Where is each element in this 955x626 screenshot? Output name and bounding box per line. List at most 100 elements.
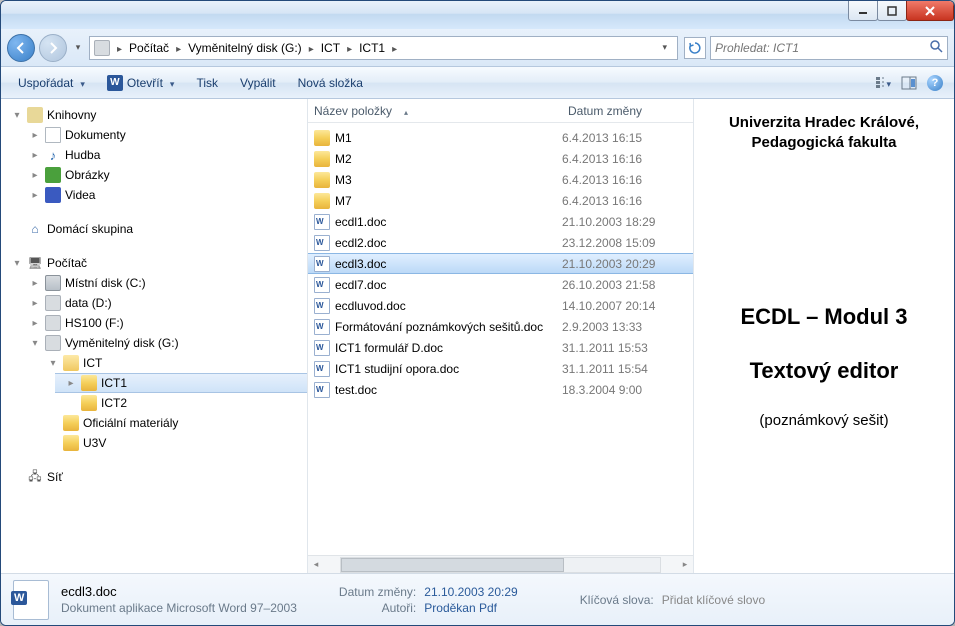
tree-network[interactable]: 🖧Síť — [1, 467, 307, 487]
file-row[interactable]: M16.4.2013 16:15 — [308, 127, 693, 148]
breadcrumb-dropdown[interactable]: ▾ — [656, 42, 673, 53]
tree-drive-c[interactable]: ▸Místní disk (C:) — [19, 273, 307, 293]
tree-item-label: Počítač — [47, 256, 87, 270]
word-doc-icon — [314, 382, 330, 398]
file-row[interactable]: ICT1 formulář D.doc31.1.2011 15:53 — [308, 337, 693, 358]
file-row[interactable]: ecdl3.doc21.10.2003 20:29 — [308, 253, 693, 274]
sort-ascending-icon — [398, 104, 408, 118]
folder-icon — [314, 193, 330, 209]
tree-item-label: Síť — [47, 470, 63, 484]
breadcrumb-bar[interactable]: Počítač Vyměnitelný disk (G:) ICT ICT1 ▾ — [89, 36, 678, 60]
refresh-button[interactable] — [684, 37, 706, 59]
pictures-icon — [45, 167, 61, 183]
breadcrumb-sep-icon — [306, 41, 317, 55]
word-doc-icon — [314, 214, 330, 230]
tree-libraries[interactable]: ▾Knihovny — [1, 105, 307, 125]
tree-pictures[interactable]: ▸Obrázky — [19, 165, 307, 185]
scroll-right-arrow[interactable]: ▸ — [677, 557, 693, 573]
horizontal-scrollbar[interactable]: ◂ ▸ — [308, 555, 693, 573]
navigation-pane[interactable]: ▾Knihovny ▸Dokumenty ▸♪Hudba ▸Obrázky ▸V… — [1, 99, 308, 573]
breadcrumb-computer[interactable]: Počítač — [129, 41, 169, 55]
file-row[interactable]: ecdluvod.doc 14.10.2007 20:14 — [308, 295, 693, 316]
preview-subtitle: Textový editor — [704, 358, 944, 384]
file-name: M3 — [335, 173, 352, 187]
tree-homegroup[interactable]: ⌂Domácí skupina — [1, 219, 307, 239]
tree-drive-d[interactable]: ▸data (D:) — [19, 293, 307, 313]
tree-item-label: Vyměnitelný disk (G:) — [65, 336, 179, 350]
tree-oficialni[interactable]: Oficiální materiály — [37, 413, 307, 433]
preview-pane-button[interactable] — [898, 72, 920, 94]
file-row[interactable]: Formátování poznámkových sešitů.doc2.9.2… — [308, 316, 693, 337]
file-name: ecdl7.doc — [335, 278, 386, 292]
breadcrumb-drive-g[interactable]: Vyměnitelný disk (G:) — [188, 41, 302, 55]
tree-u3v[interactable]: U3V — [37, 433, 307, 453]
title-bar — [1, 1, 954, 29]
file-row[interactable]: ecdl2.doc23.12.2008 15:09 — [308, 232, 693, 253]
details-keywords-label: Klíčová slova: — [580, 593, 654, 607]
scroll-thumb[interactable] — [341, 558, 564, 572]
file-row[interactable]: ecdl1.doc21.10.2003 18:29 — [308, 211, 693, 232]
new-folder-label: Nová složka — [298, 76, 363, 90]
file-row[interactable]: ecdl7.doc26.10.2003 21:58 — [308, 274, 693, 295]
file-list-pane: Název položky Datum změny M16.4.2013 16:… — [308, 99, 694, 573]
details-keywords-value[interactable]: Přidat klíčové slovo — [662, 593, 765, 607]
help-button[interactable]: ? — [924, 72, 946, 94]
details-author-value[interactable]: Proděkan Pdf — [424, 601, 517, 615]
details-filename: ecdl3.doc — [61, 584, 297, 599]
view-options-button[interactable] — [872, 72, 894, 94]
word-doc-icon — [314, 340, 330, 356]
search-input[interactable] — [715, 41, 929, 55]
breadcrumb-ict1[interactable]: ICT1 — [359, 41, 385, 55]
search-box[interactable] — [710, 36, 948, 60]
body: ▾Knihovny ▸Dokumenty ▸♪Hudba ▸Obrázky ▸V… — [1, 99, 954, 573]
tree-ict2[interactable]: ICT2 — [55, 393, 307, 413]
file-name: ecdluvod.doc — [335, 299, 406, 313]
tree-drive-f[interactable]: ▸HS100 (F:) — [19, 313, 307, 333]
libraries-icon — [27, 107, 43, 123]
tree-documents[interactable]: ▸Dokumenty — [19, 125, 307, 145]
maximize-button[interactable] — [877, 1, 907, 21]
burn-button[interactable]: Vypálit — [231, 72, 285, 94]
forward-button[interactable] — [39, 34, 67, 62]
scroll-left-arrow[interactable]: ◂ — [308, 557, 324, 573]
back-button[interactable] — [7, 34, 35, 62]
file-name: ecdl2.doc — [335, 236, 386, 250]
drive-icon — [45, 335, 61, 351]
tree-videos[interactable]: ▸Videa — [19, 185, 307, 205]
close-button[interactable] — [906, 1, 954, 21]
folder-icon — [314, 151, 330, 167]
details-author-label: Autoři: — [339, 601, 416, 615]
organize-button[interactable]: Uspořádat — [9, 72, 94, 94]
minimize-button[interactable] — [848, 1, 878, 21]
file-row[interactable]: ICT1 studijní opora.doc31.1.2011 15:54 — [308, 358, 693, 379]
new-folder-button[interactable]: Nová složka — [289, 72, 372, 94]
file-date: 18.3.2004 9:00 — [562, 383, 693, 397]
preview-university-line2: Pedagogická fakulta — [704, 133, 944, 153]
tree-ict[interactable]: ▾ICT — [37, 353, 307, 373]
details-date-value: 21.10.2003 20:29 — [424, 585, 517, 599]
tree-computer[interactable]: ▾🖥Počítač — [1, 253, 307, 273]
scroll-track[interactable] — [340, 557, 661, 573]
file-date: 14.10.2007 20:14 — [562, 299, 693, 313]
print-button[interactable]: Tisk — [187, 72, 227, 94]
breadcrumb-ict[interactable]: ICT — [321, 41, 340, 55]
file-row[interactable]: M26.4.2013 16:16 — [308, 148, 693, 169]
file-list[interactable]: M16.4.2013 16:15M26.4.2013 16:16M36.4.20… — [308, 123, 693, 555]
file-row[interactable]: M36.4.2013 16:16 — [308, 169, 693, 190]
tree-music[interactable]: ▸♪Hudba — [19, 145, 307, 165]
folder-icon — [81, 395, 97, 411]
word-doc-icon — [314, 319, 330, 335]
breadcrumb-sep-icon — [344, 41, 355, 55]
details-date-label: Datum změny: — [339, 585, 416, 599]
column-header-date[interactable]: Datum změny — [562, 104, 693, 118]
open-button[interactable]: WOtevřít — [98, 71, 184, 95]
file-row[interactable]: M76.4.2013 16:16 — [308, 190, 693, 211]
word-app-icon: W — [107, 75, 123, 91]
tree-ict1[interactable]: ▸ICT1 — [55, 373, 307, 393]
column-header-name[interactable]: Název položky — [308, 104, 562, 118]
tree-drive-g[interactable]: ▾Vyměnitelný disk (G:) — [19, 333, 307, 353]
nav-history-dropdown[interactable]: ▾ — [71, 34, 85, 62]
file-row[interactable]: test.doc18.3.2004 9:00 — [308, 379, 693, 400]
drive-icon — [94, 40, 110, 56]
word-doc-icon — [314, 361, 330, 377]
